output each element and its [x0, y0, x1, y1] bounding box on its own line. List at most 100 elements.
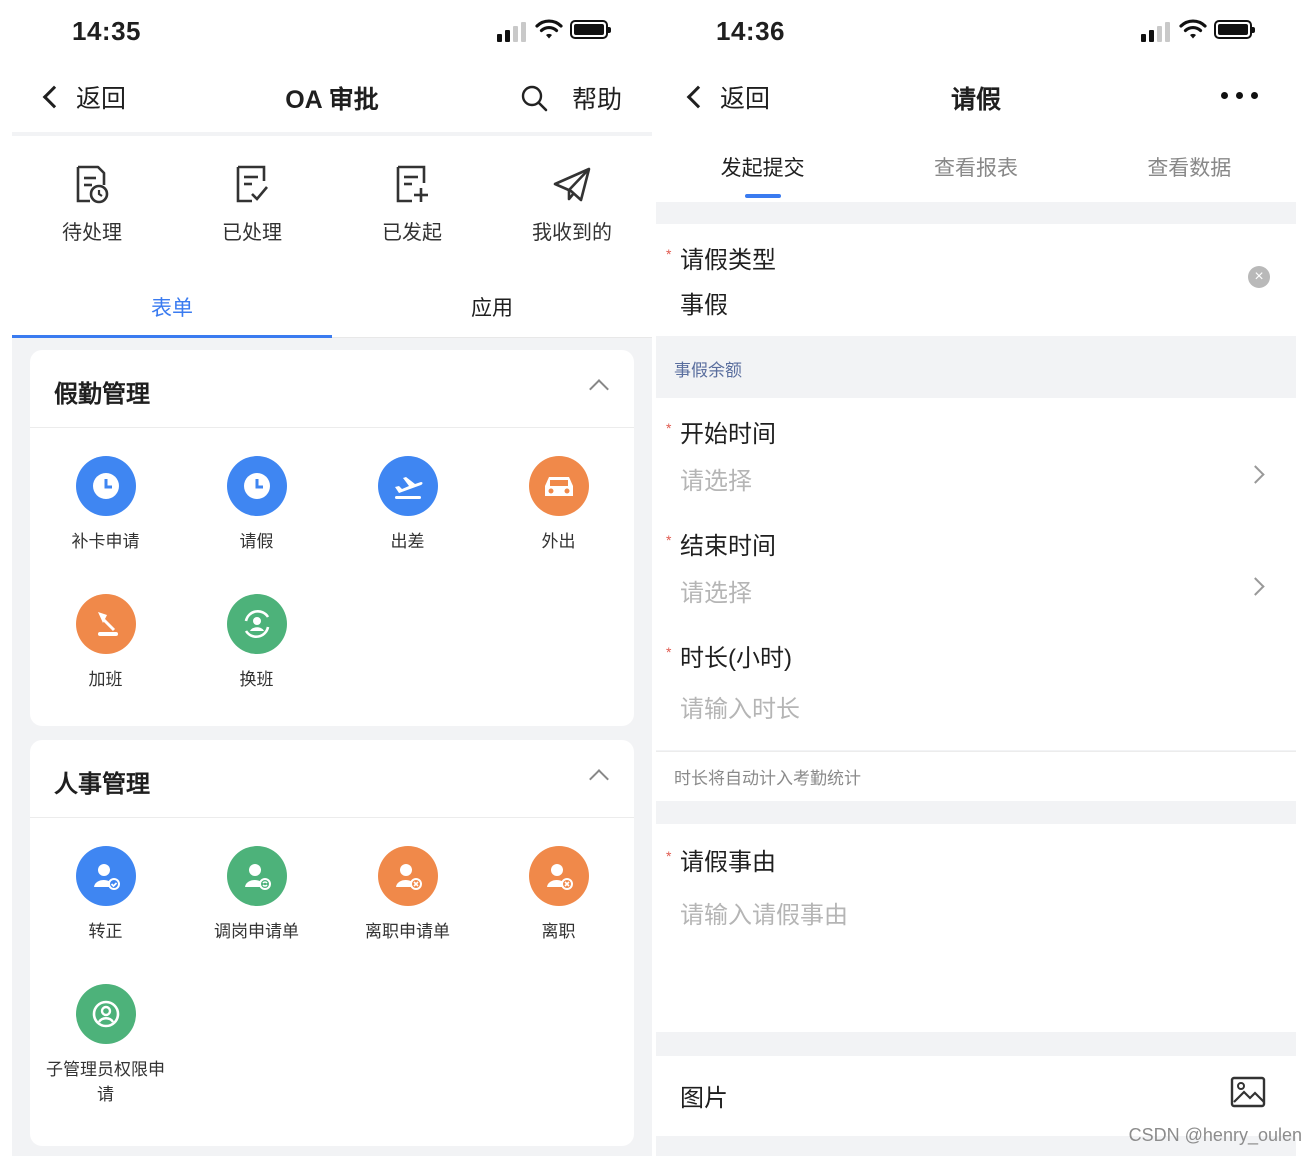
tab-reports[interactable]: 查看报表: [869, 132, 1082, 202]
app-label: 补卡申请: [71, 532, 140, 551]
app-label: 子管理员权限申请: [46, 1060, 165, 1104]
leave-type-value: 事假: [680, 292, 728, 319]
more-icon[interactable]: [1221, 92, 1258, 99]
clear-icon[interactable]: ×: [1248, 266, 1270, 288]
collapse-icon[interactable]: [589, 379, 609, 399]
initiated-doc-icon: [396, 165, 428, 203]
tab-submit[interactable]: 发起提交: [656, 132, 869, 202]
status-time: 14:36: [716, 16, 785, 46]
status-time: 14:35: [72, 16, 141, 46]
left-screen: 14:35 返回 OA 审批 帮助 待处理 已处理 已发起 我收到的 表单 应用…: [12, 0, 652, 1156]
duration-field[interactable]: * 时长(小时) 请输入时长: [656, 622, 1296, 750]
image-label: 图片: [680, 1085, 728, 1112]
tab-forms[interactable]: 表单: [12, 272, 332, 338]
desk-lamp-icon: [97, 612, 118, 636]
tab-apps[interactable]: 应用: [332, 272, 652, 337]
nav-bar: 返回 OA 审批 帮助: [12, 62, 652, 132]
required-mark: *: [666, 848, 672, 864]
app-item-business-trip[interactable]: 出差: [332, 456, 483, 594]
duration-input[interactable]: 请输入时长: [680, 689, 1296, 724]
airplane-icon: [394, 477, 422, 499]
collapse-icon[interactable]: [589, 769, 609, 789]
initiated-label: 已发起: [382, 222, 442, 244]
app-label: 请假: [239, 532, 274, 551]
field-label: 请假事由: [680, 849, 776, 876]
end-time-placeholder: 请选择: [680, 580, 752, 607]
required-mark: *: [666, 532, 672, 548]
app-item-shift-swap[interactable]: 换班: [181, 594, 332, 732]
signal-icon: [497, 20, 529, 42]
user-transfer-icon: [244, 864, 271, 890]
pending-doc-icon: [76, 165, 109, 204]
leave-type-field[interactable]: * 请假类型 事假 ×: [656, 224, 1296, 336]
app-item-makeup-clock[interactable]: 补卡申请: [30, 456, 181, 594]
app-label: 外出: [541, 532, 576, 551]
app-label: 加班: [88, 670, 123, 689]
duration-hint: 时长将自动计入考勤统计: [674, 769, 861, 788]
app-label: 换班: [239, 670, 274, 689]
clock-icon: [92, 473, 119, 499]
app-item-leave[interactable]: 请假: [181, 456, 332, 594]
page-title: 请假: [950, 86, 1001, 114]
received-button[interactable]: 我收到的: [492, 136, 652, 272]
tab-bar: 发起提交 查看报表 查看数据: [656, 132, 1296, 202]
field-label: 请假类型: [680, 247, 776, 274]
app-label: 离职: [541, 922, 576, 941]
nav-bar: 返回 请假: [656, 62, 1296, 132]
required-mark: *: [666, 420, 672, 436]
app-item-resign-request[interactable]: 离职申请单: [332, 846, 483, 984]
app-label: 出差: [390, 532, 425, 551]
section-title: 假勤管理: [54, 381, 150, 408]
duration-hint-row: 时长将自动计入考勤统计: [656, 751, 1296, 801]
pending-button[interactable]: 待处理: [12, 136, 172, 272]
reason-field[interactable]: * 请假事由 请输入请假事由: [656, 824, 1296, 1032]
image-icon[interactable]: [1230, 1076, 1266, 1108]
attendance-card: 假勤管理 补卡申请 请假 出差 外出 加班 换班: [30, 350, 634, 726]
pending-label: 待处理: [62, 222, 122, 244]
user-remove-icon: [395, 864, 422, 890]
image-field[interactable]: 图片: [656, 1056, 1296, 1136]
app-label: 离职申请单: [365, 922, 450, 941]
signal-icon: [1141, 20, 1173, 42]
app-label: 调岗申请单: [214, 922, 299, 941]
quick-actions: 待处理 已处理 已发起 我收到的: [12, 136, 652, 272]
app-item-overtime[interactable]: 加班: [30, 594, 181, 732]
hr-card: 人事管理 转正 调岗申请单 离职申请单 离职 子管理员权限申请: [30, 740, 634, 1146]
end-time-field[interactable]: * 结束时间 请选择: [656, 510, 1296, 622]
app-item-regularization[interactable]: 转正: [30, 846, 181, 984]
app-item-transfer[interactable]: 调岗申请单: [181, 846, 332, 984]
swap-person-icon: [244, 610, 269, 638]
watermark: CSDN @henry_oulen: [1128, 1125, 1302, 1145]
user-circle-icon: [92, 1000, 119, 1028]
field-label: 时长(小时): [680, 645, 792, 672]
initiated-button[interactable]: 已发起: [332, 136, 492, 272]
status-bar: 14:35: [12, 0, 652, 62]
processed-button[interactable]: 已处理: [172, 136, 332, 272]
user-check-icon: [93, 864, 120, 890]
app-item-go-out[interactable]: 外出: [483, 456, 634, 594]
app-item-resign[interactable]: 离职: [483, 846, 634, 984]
start-time-placeholder: 请选择: [680, 468, 752, 495]
app-label: 转正: [88, 922, 123, 941]
right-screen: 14:36 返回 请假 发起提交 查看报表 查看数据 * 请假类型 事假 × 事假…: [656, 0, 1296, 1156]
required-mark: *: [666, 246, 672, 262]
start-time-field[interactable]: * 开始时间 请选择: [656, 398, 1296, 510]
app-item-sub-admin[interactable]: 子管理员权限申请: [30, 984, 181, 1122]
car-icon: [544, 477, 573, 496]
tab-data[interactable]: 查看数据: [1083, 132, 1296, 202]
tab-bar: 表单 应用: [12, 272, 652, 338]
reason-input[interactable]: 请输入请假事由: [680, 895, 1296, 930]
time-section: * 开始时间 请选择 * 结束时间 请选择 * 时长(小时) 请输入时长: [656, 398, 1296, 750]
battery-icon: [1214, 20, 1255, 39]
section-title: 人事管理: [54, 771, 150, 798]
user-remove-icon: [546, 864, 573, 890]
search-icon[interactable]: [520, 84, 548, 112]
processed-doc-icon: [236, 165, 268, 203]
wifi-icon: [535, 19, 563, 39]
battery-icon: [570, 20, 611, 39]
help-button[interactable]: 帮助: [572, 80, 622, 116]
status-bar: 14:36: [656, 0, 1296, 62]
required-mark: *: [666, 644, 672, 660]
field-label: 开始时间: [680, 421, 776, 448]
wifi-icon: [1179, 19, 1207, 39]
